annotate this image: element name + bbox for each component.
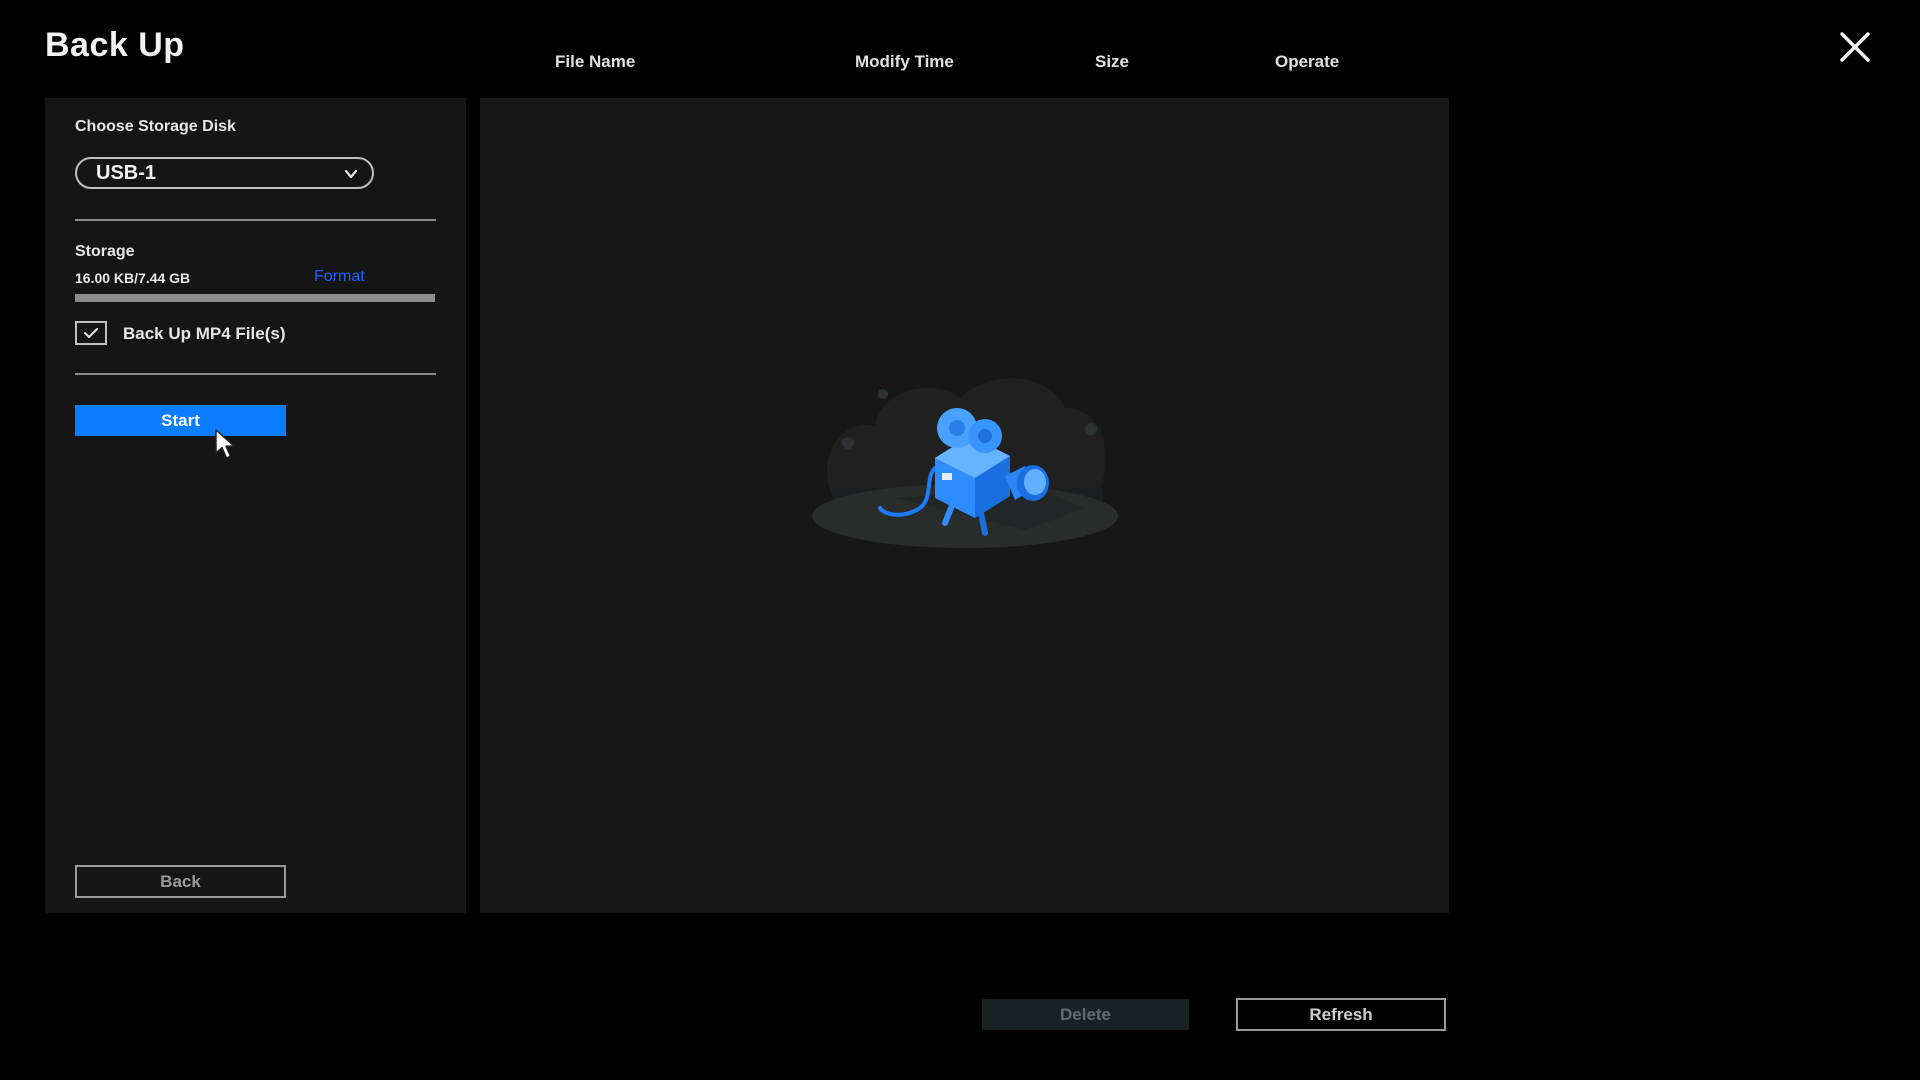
storage-progress-bar bbox=[75, 294, 435, 302]
storage-disk-value: USB-1 bbox=[96, 162, 157, 184]
column-header-file-name[interactable]: File Name bbox=[555, 52, 635, 72]
storage-usage-text: 16.00 KB/7.44 GB bbox=[75, 270, 191, 286]
column-header-size[interactable]: Size bbox=[1095, 52, 1129, 72]
chevron-down-icon bbox=[344, 169, 358, 179]
column-header-modify-time[interactable]: Modify Time bbox=[855, 52, 954, 72]
storage-label: Storage bbox=[75, 243, 135, 260]
delete-button: Delete bbox=[982, 999, 1189, 1030]
refresh-button[interactable]: Refresh bbox=[1236, 998, 1446, 1031]
file-list-panel bbox=[480, 98, 1449, 913]
mouse-cursor-icon bbox=[215, 429, 235, 459]
column-header-operate: Operate bbox=[1275, 52, 1340, 71]
checkmark-icon bbox=[84, 328, 98, 338]
format-link[interactable]: Format bbox=[314, 268, 365, 286]
divider bbox=[75, 373, 436, 375]
backup-dialog: Back Up File Name Modify Time Size Opera… bbox=[0, 0, 1920, 1080]
backup-mp4-checkbox[interactable] bbox=[75, 321, 107, 345]
disk-label: Choose Storage Disk bbox=[75, 118, 236, 135]
backup-mp4-label[interactable]: Back Up MP4 File(s) bbox=[123, 324, 286, 344]
back-button[interactable]: Back bbox=[75, 865, 286, 898]
storage-disk-select[interactable]: USB-1 bbox=[75, 157, 374, 189]
backup-settings-panel: Choose Storage Disk USB-1 Storage 16.00 … bbox=[45, 98, 466, 913]
camera-illustration-icon bbox=[812, 378, 1118, 548]
divider bbox=[75, 219, 436, 221]
close-icon[interactable] bbox=[1838, 30, 1872, 64]
start-button[interactable]: Start bbox=[75, 405, 286, 436]
page-title: Back Up bbox=[45, 26, 185, 64]
